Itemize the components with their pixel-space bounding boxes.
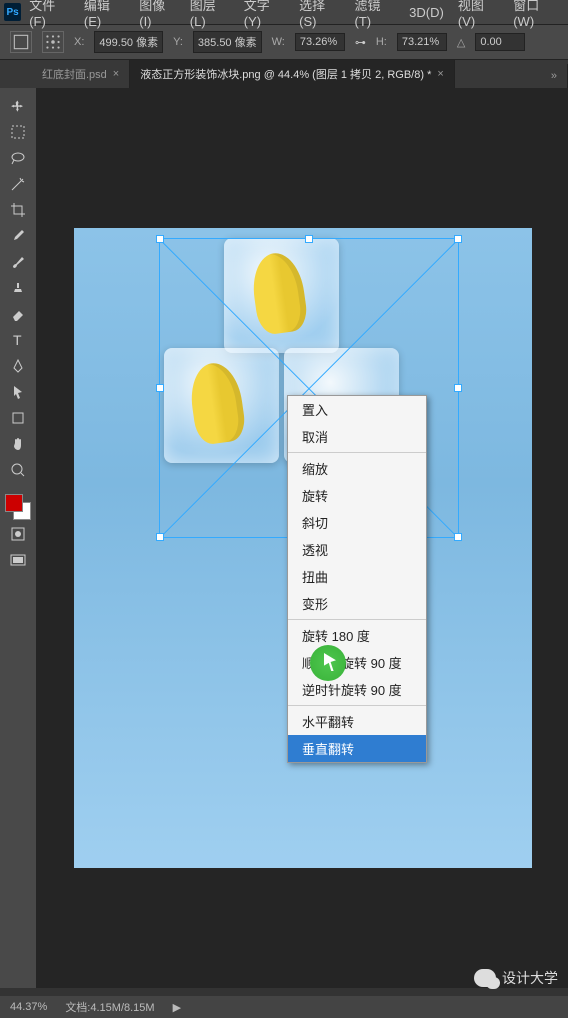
menu-item-warp[interactable]: 变形 — [288, 590, 426, 617]
y-value[interactable]: 385.50 像素 — [193, 31, 262, 53]
chevron-right-icon[interactable]: ▶ — [173, 1001, 181, 1014]
color-swatch[interactable] — [5, 494, 31, 520]
menu-3d[interactable]: 3D(D) — [403, 3, 450, 22]
zoom-level[interactable]: 44.37% — [10, 1001, 47, 1013]
move-tool[interactable] — [5, 94, 31, 118]
w-label: W: — [272, 36, 285, 48]
menu-type[interactable]: 文字(Y) — [238, 0, 291, 31]
tab-overflow[interactable]: » — [541, 64, 568, 88]
link-icon[interactable]: ⊶ — [355, 36, 366, 49]
svg-text:T: T — [13, 332, 22, 348]
menu-item-rotate-ccw-90[interactable]: 逆时针旋转 90 度 — [288, 676, 426, 703]
wechat-icon — [474, 969, 496, 987]
lasso-tool[interactable] — [5, 146, 31, 170]
menu-file[interactable]: 文件(F) — [23, 0, 76, 31]
x-label: X: — [74, 36, 84, 48]
menu-view[interactable]: 视图(V) — [452, 0, 505, 31]
brush-tool[interactable] — [5, 250, 31, 274]
tool-panel: T — [0, 88, 36, 988]
transform-handle[interactable] — [454, 533, 462, 541]
x-value[interactable]: 499.50 像素 — [94, 31, 163, 53]
eyedropper-tool[interactable] — [5, 224, 31, 248]
watermark-text: 设计大学 — [502, 968, 558, 988]
crop-tool[interactable] — [5, 198, 31, 222]
pen-tool[interactable] — [5, 354, 31, 378]
h-label: H: — [376, 36, 387, 48]
menu-item-rotate[interactable]: 旋转 — [288, 482, 426, 509]
menu-edit[interactable]: 编辑(E) — [78, 0, 131, 31]
transform-icon[interactable] — [10, 31, 32, 53]
marquee-tool[interactable] — [5, 120, 31, 144]
menu-item-rotate-cw-90[interactable]: 顺时针旋转 90 度 — [288, 649, 426, 676]
tab-label: 红底封面.psd — [42, 66, 107, 82]
status-bar: 44.37% 文档:4.15M/8.15M ▶ — [0, 996, 568, 1018]
doc-size: 4.15M/8.15M — [90, 1002, 154, 1014]
transform-handle[interactable] — [454, 384, 462, 392]
angle-value[interactable]: 0.00 — [475, 33, 525, 51]
menu-filter[interactable]: 滤镜(T) — [349, 0, 402, 31]
menu-item-rotate-180[interactable]: 旋转 180 度 — [288, 622, 426, 649]
menu-window[interactable]: 窗口(W) — [507, 0, 564, 31]
quickmask-tool[interactable] — [5, 522, 31, 546]
doc-label: 文档: — [65, 1002, 90, 1014]
zoom-tool[interactable] — [5, 458, 31, 482]
y-label: Y: — [173, 36, 183, 48]
type-tool[interactable]: T — [5, 328, 31, 352]
shape-tool[interactable] — [5, 406, 31, 430]
menu-item-place[interactable]: 置入 — [288, 396, 426, 423]
menu-item-perspective[interactable]: 透视 — [288, 536, 426, 563]
w-value[interactable]: 73.26% — [295, 33, 345, 51]
menu-item-scale[interactable]: 缩放 — [288, 455, 426, 482]
menu-item-flip-vertical[interactable]: 垂直翻转 — [288, 735, 426, 762]
menu-select[interactable]: 选择(S) — [293, 0, 346, 31]
hand-tool[interactable] — [5, 432, 31, 456]
clone-stamp-tool[interactable] — [5, 276, 31, 300]
tab-label: 液态正方形装饰冰块.png @ 44.4% (图层 1 拷贝 2, RGB/8)… — [140, 66, 431, 82]
reference-point-icon[interactable] — [42, 31, 64, 53]
document-tabs: 红底封面.psd × 液态正方形装饰冰块.png @ 44.4% (图层 1 拷贝… — [0, 60, 568, 88]
menu-image[interactable]: 图像(I) — [133, 0, 182, 31]
eraser-tool[interactable] — [5, 302, 31, 326]
transform-handle[interactable] — [454, 235, 462, 243]
menu-bar: Ps 文件(F) 编辑(E) 图像(I) 图层(L) 文字(Y) 选择(S) 滤… — [0, 0, 568, 24]
transform-handle[interactable] — [156, 384, 164, 392]
path-select-tool[interactable] — [5, 380, 31, 404]
angle-label: △ — [457, 36, 465, 49]
menu-item-distort[interactable]: 扭曲 — [288, 563, 426, 590]
menu-layer[interactable]: 图层(L) — [184, 0, 236, 31]
menu-item-skew[interactable]: 斜切 — [288, 509, 426, 536]
magic-wand-tool[interactable] — [5, 172, 31, 196]
menu-item-cancel[interactable]: 取消 — [288, 423, 426, 450]
close-icon[interactable]: × — [437, 68, 443, 80]
close-icon[interactable]: × — [113, 68, 119, 80]
tab-doc-2[interactable]: 液态正方形装饰冰块.png @ 44.4% (图层 1 拷贝 2, RGB/8)… — [130, 60, 455, 88]
h-value[interactable]: 73.21% — [397, 33, 447, 51]
tab-doc-1[interactable]: 红底封面.psd × — [32, 60, 130, 88]
screenmode-tool[interactable] — [5, 548, 31, 572]
watermark: 设计大学 — [474, 968, 558, 988]
transform-handle[interactable] — [156, 533, 164, 541]
app-logo: Ps — [4, 3, 21, 21]
menu-item-flip-horizontal[interactable]: 水平翻转 — [288, 708, 426, 735]
cursor-highlight — [310, 645, 346, 681]
context-menu: 置入 取消 缩放 旋转 斜切 透视 扭曲 变形 旋转 180 度 顺时针旋转 9… — [287, 395, 427, 763]
transform-handle[interactable] — [156, 235, 164, 243]
